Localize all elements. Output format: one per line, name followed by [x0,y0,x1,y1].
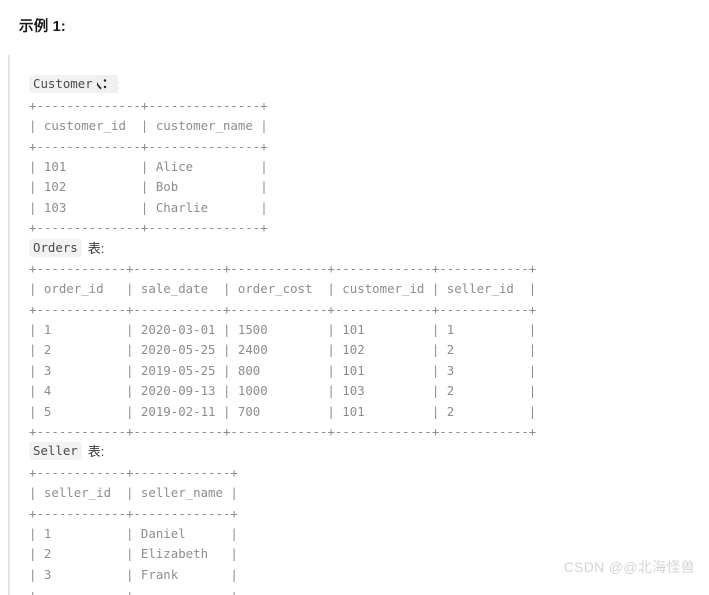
table-name-chip: Customer [29,75,97,94]
table-separator: +------------+------------+-------------… [29,260,537,276]
example-code-block: 输入： Customer表:+--------------+----------… [8,55,709,595]
table-separator: +--------------+---------------+ [29,97,268,113]
table-row: | 103 | Charlie | [29,199,268,215]
table-title-suffix: 表: [87,240,105,256]
page-root: 示例 1: 输入： Customer表:+--------------+----… [0,0,709,595]
table-header-row: | order_id | sale_date | order_cost | cu… [29,281,537,297]
table-separator: +--------------+---------------+ [29,220,268,236]
table-separator: +------------+------------+-------------… [29,301,537,317]
table-header-row: | seller_id | seller_name | [29,485,238,501]
page-title: 示例 1: [19,19,66,35]
table-title-orders: Orders 表: [29,238,709,259]
table-header-row: | customer_id | customer_name | [29,118,268,134]
table-name-chip: Orders [29,238,82,257]
input-label-line: 输入： [29,55,709,94]
tables-host: Customer表:+--------------+--------------… [29,75,709,595]
table-row: | 101 | Alice | [29,158,268,174]
table-separator: +------------+------------+-------------… [29,424,537,440]
table-row: | 3 | 2019-05-25 | 800 | 101 | 3 | [29,362,537,378]
table-row: | 2 | 2020-05-25 | 2400 | 102 | 2 | [29,342,537,358]
table-separator: +------------+-------------+ [29,464,238,480]
table-row: | 4 | 2020-09-13 | 1000 | 103 | 2 | [29,383,537,399]
table-separator: +--------------+---------------+ [29,138,268,154]
table-title-seller: Seller 表: [29,442,709,462]
watermark: CSDN @@北海怪兽 [563,559,695,575]
table-name-chip: Seller [29,442,82,461]
table-row: | 1 | 2020-03-01 | 1500 | 101 | 1 | [29,322,537,338]
table-separator: +------------+-------------+ [29,505,238,521]
table-row: | 102 | Bob | [29,179,268,195]
table-title-suffix: 表: [87,444,105,460]
table-title-customer: Customer表: [29,75,709,95]
table-row: | 5 | 2019-02-11 | 700 | 101 | 2 | [29,403,537,419]
table-separator: +------------+-------------+ [29,587,238,595]
table-row: | 1 | Daniel | [29,525,238,541]
